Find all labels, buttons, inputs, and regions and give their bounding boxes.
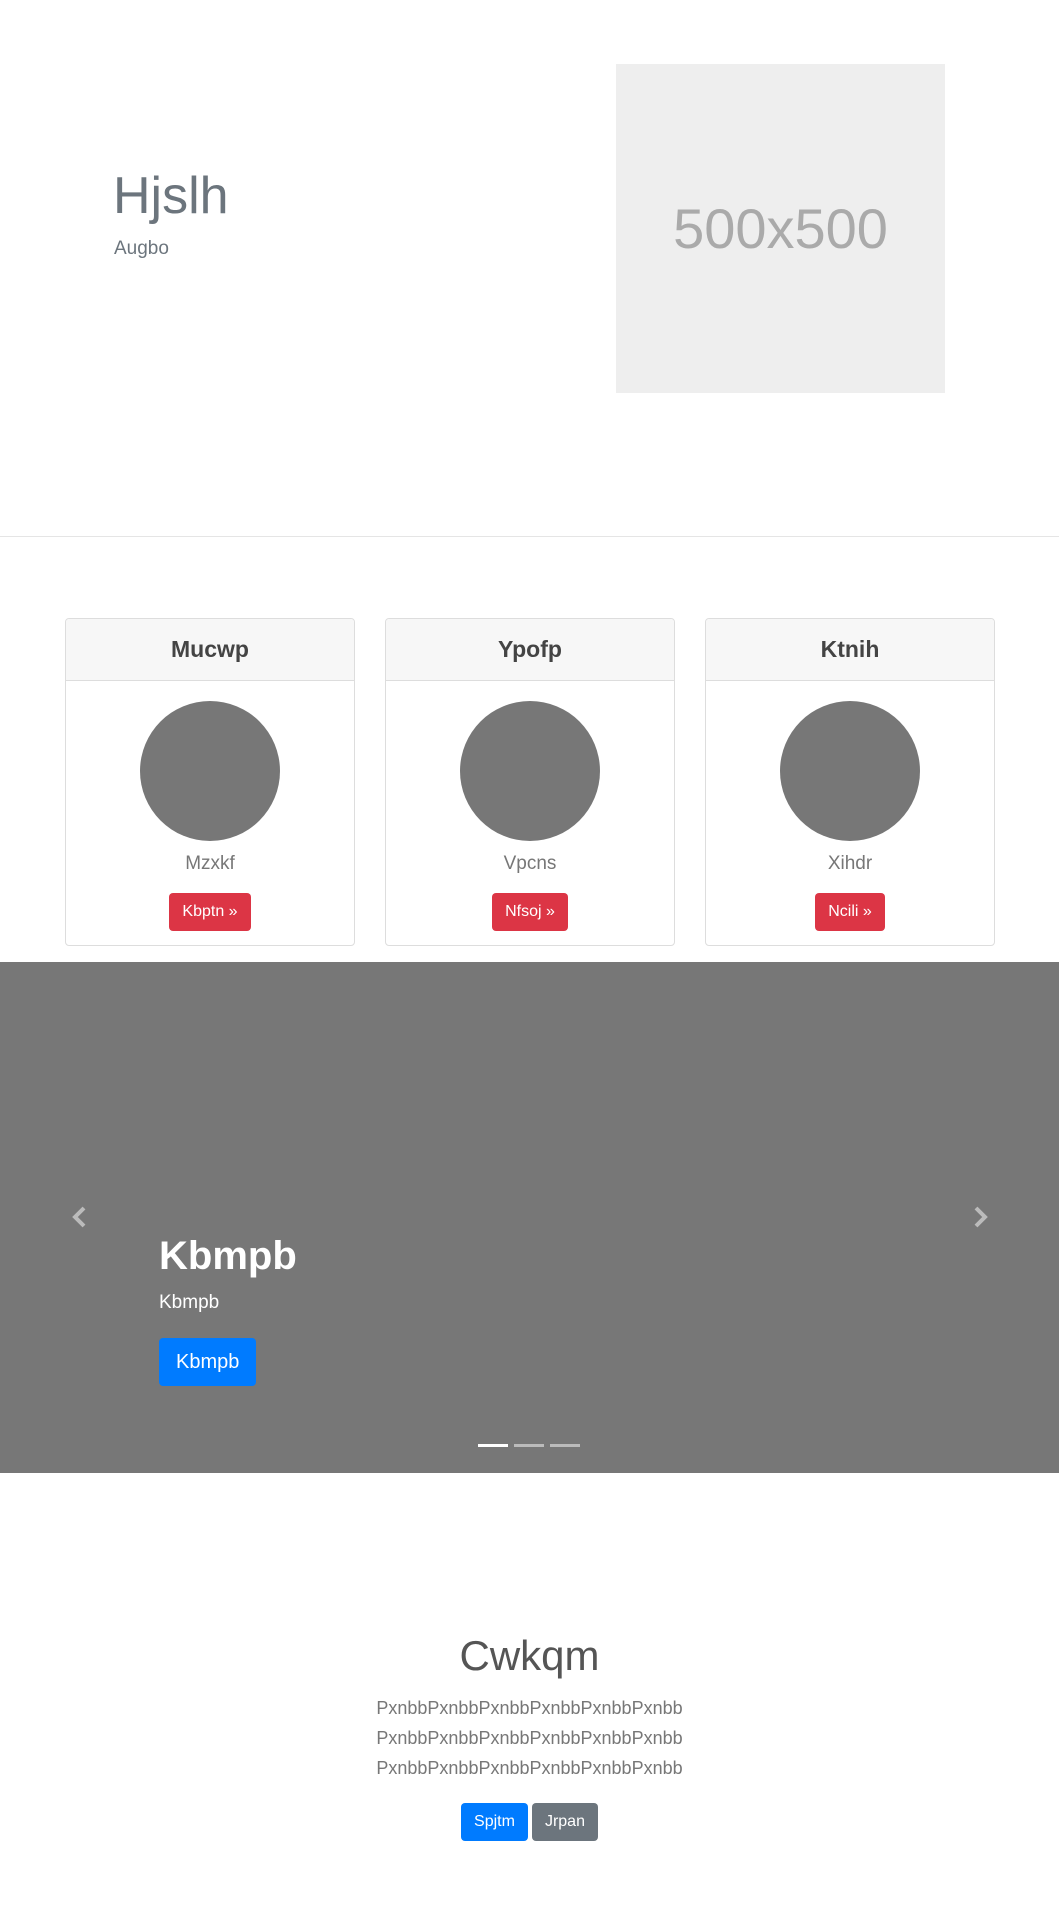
card-header: Mucwp [66, 619, 354, 681]
slide-button[interactable]: Kbmpb [159, 1338, 257, 1386]
chevron-right-icon[interactable] [965, 1202, 995, 1232]
primary-button[interactable]: Spjtm [461, 1803, 528, 1841]
card-header: Ypofp [386, 619, 674, 681]
carousel-indicator[interactable] [550, 1444, 580, 1447]
hero-section: Hjslh Augbo 500x500 [0, 0, 1059, 537]
secondary-button[interactable]: Jrpan [531, 1803, 598, 1841]
hero-title: Hjslh [113, 167, 229, 225]
carousel-indicator[interactable] [514, 1444, 544, 1447]
text-line: PxnbbPxnbbPxnbbPxnbbPxnbbPxnbb [376, 1728, 683, 1748]
chevron-left-icon[interactable] [65, 1202, 95, 1232]
hero-image-placeholder: 500x500 [616, 64, 945, 393]
avatar [140, 701, 280, 841]
card-name: Mzxkf [185, 853, 235, 874]
action-buttons: Spjtm Jrpan [0, 1803, 1059, 1841]
text-line: PxnbbPxnbbPxnbbPxnbbPxnbbPxnbb [376, 1758, 683, 1778]
text-line: PxnbbPxnbbPxnbbPxnbbPxnbbPxnbb [376, 1698, 683, 1718]
profile-card-1: Mucwp Mzxkf Kbptn » [65, 618, 355, 946]
section-title: Cwkqm [459, 1632, 600, 1679]
avatar [460, 701, 600, 841]
card-action-button[interactable]: Ncili » [815, 893, 885, 931]
carousel-indicators [478, 1444, 580, 1447]
section-divider [0, 536, 1059, 537]
card-action-button[interactable]: Kbptn » [169, 893, 251, 931]
carousel-indicator[interactable] [478, 1444, 508, 1447]
card-name: Vpcns [503, 853, 557, 874]
profile-card-3: Ktnih Xihdr Ncili » [705, 618, 995, 946]
section-text: PxnbbPxnbbPxnbbPxnbbPxnbbPxnbb PxnbbPxnb… [0, 1693, 1059, 1783]
avatar [780, 701, 920, 841]
card-name: Xihdr [827, 853, 873, 874]
profile-card-2: Ypofp Vpcns Nfsoj » [385, 618, 675, 946]
slide-heading: Kbmpb [159, 1234, 297, 1278]
card-action-button[interactable]: Nfsoj » [492, 893, 568, 931]
slide-text: Kbmpb [159, 1292, 220, 1313]
hero-subtitle: Augbo [114, 238, 169, 259]
carousel: Kbmpb Kbmpb Kbmpb [0, 962, 1059, 1473]
card-header: Ktnih [706, 619, 994, 681]
